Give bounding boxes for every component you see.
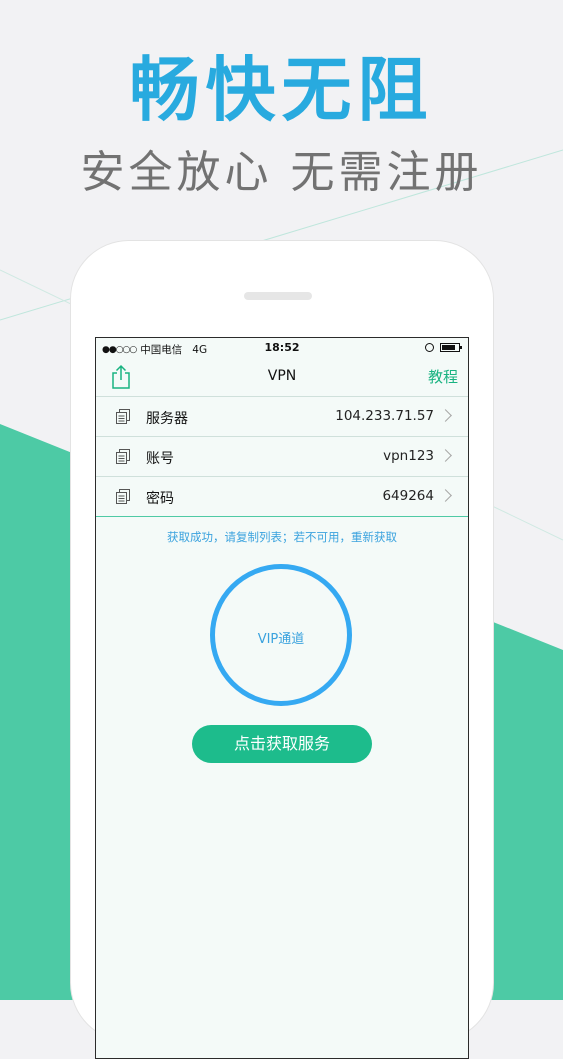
vip-channel-circle[interactable]: VIP通道 <box>210 564 352 706</box>
phone-mockup: ●●○○○ 中国电信 4G 18:52 VPN 教程 服务器 104.233.7… <box>71 241 493 1059</box>
get-service-button[interactable]: 点击获取服务 <box>192 725 372 763</box>
chevron-right-icon <box>439 489 452 502</box>
headline: 畅快无阻 <box>129 49 434 131</box>
server-value: 104.233.71.57 <box>335 408 434 424</box>
chevron-right-icon <box>439 449 452 462</box>
chevron-right-icon <box>439 409 452 422</box>
password-row[interactable]: 密码 649264 <box>96 477 468 517</box>
password-value: 649264 <box>382 488 434 504</box>
server-row[interactable]: 服务器 104.233.71.57 <box>96 397 468 437</box>
copy-icon <box>116 449 130 464</box>
phone-screen: ●●○○○ 中国电信 4G 18:52 VPN 教程 服务器 104.233.7… <box>95 337 469 1059</box>
rotation-lock-icon <box>425 343 434 352</box>
server-label: 服务器 <box>146 411 188 427</box>
copy-icon <box>116 409 130 424</box>
nav-title: VPN <box>267 368 297 384</box>
battery-icon <box>440 343 462 352</box>
password-label: 密码 <box>146 491 174 507</box>
subheadline: 安全放心 无需注册 <box>80 147 483 198</box>
copy-icon <box>116 489 130 504</box>
status-hint: 获取成功，请复制列表；若不可用，重新获取 <box>167 530 397 544</box>
account-value: vpn123 <box>383 448 434 464</box>
phone-speaker <box>244 292 312 300</box>
vip-channel-label: VIP通道 <box>257 632 305 647</box>
tutorial-button[interactable]: 教程 <box>428 366 458 387</box>
account-row[interactable]: 账号 vpn123 <box>96 437 468 477</box>
status-time: 18:52 <box>264 341 300 354</box>
status-bar: ●●○○○ 中国电信 4G 18:52 <box>96 338 468 358</box>
account-label: 账号 <box>146 451 174 467</box>
navigation-bar: VPN 教程 <box>96 358 468 397</box>
